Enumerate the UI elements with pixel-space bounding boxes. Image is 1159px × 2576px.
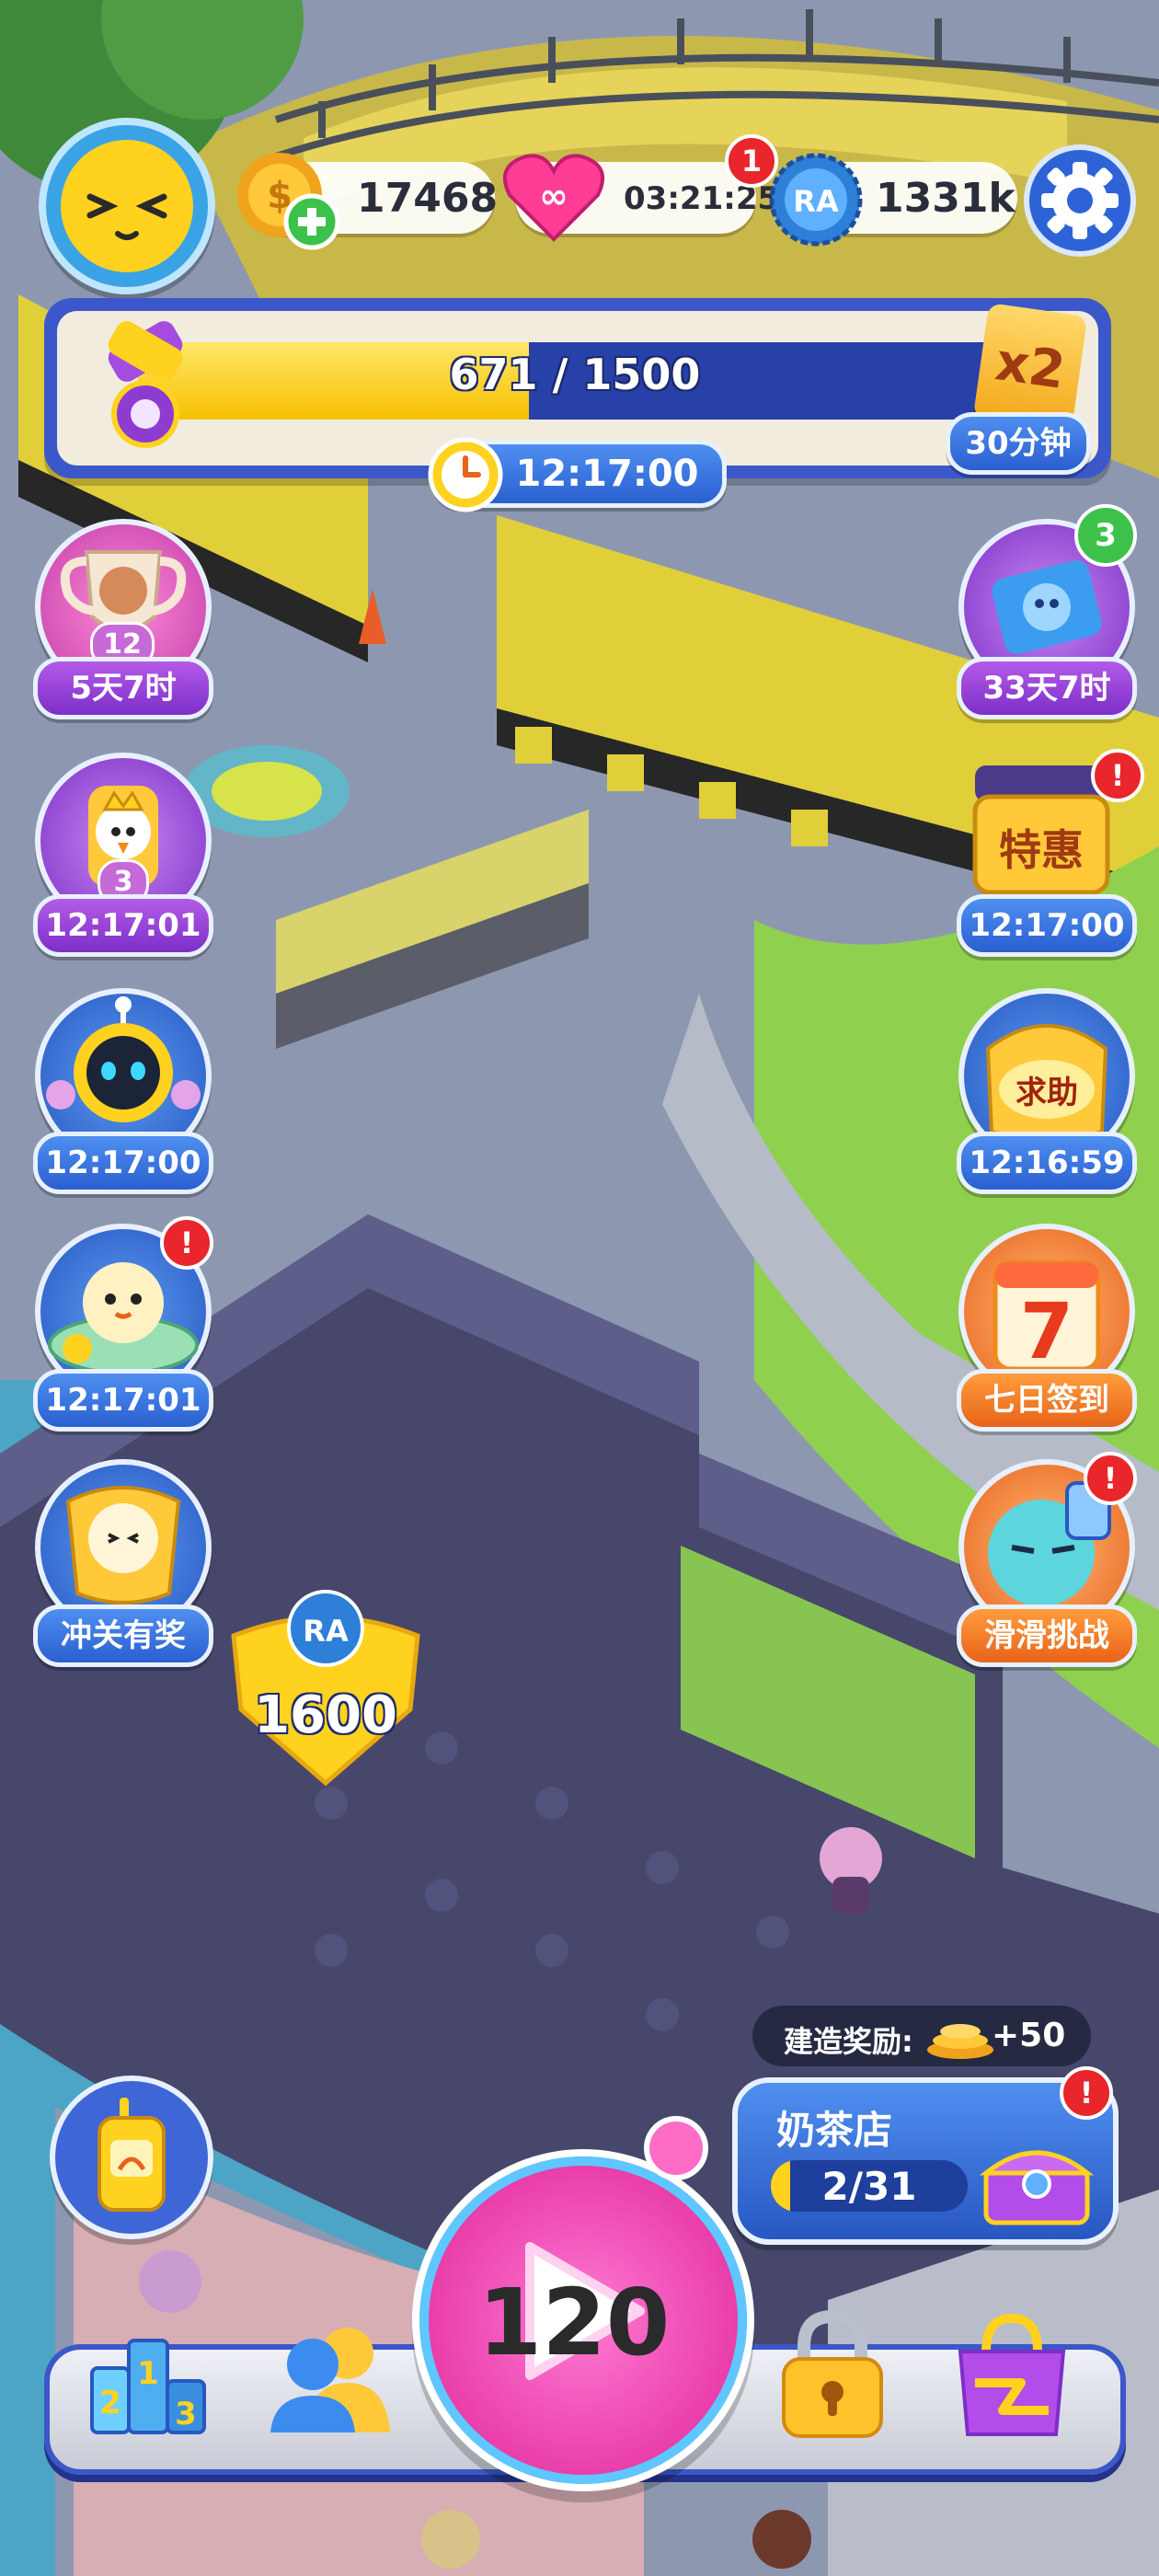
clock-icon: [428, 437, 503, 512]
play-antenna-knob: [644, 2116, 708, 2180]
multiplier-duration: 30分钟: [946, 412, 1091, 475]
help-event-timer: 12:16:59: [957, 1132, 1137, 1194]
treasure-chest-icon: [979, 2150, 1095, 2225]
mascot-event-label: 冲关有奖: [33, 1604, 213, 1667]
purple-drone-icon: [108, 321, 183, 448]
help-text: 求助: [1016, 1075, 1078, 1111]
infinite-heart-icon: ∞: [503, 154, 604, 242]
slide-challenge-alert-badge: !: [1084, 1452, 1137, 1505]
shop-alert-badge: !: [1060, 2066, 1113, 2120]
locked-icon[interactable]: [773, 2307, 892, 2442]
bird-king-event-timer: 12:17:01: [33, 894, 213, 957]
walkie-talkie-icon: [98, 2098, 166, 2212]
ticket-count-badge: 3: [1074, 504, 1137, 567]
build-reward-banner: 建造奖励: +50: [752, 2006, 1091, 2066]
daily-checkin-label: 七日签到: [957, 1369, 1137, 1432]
ranking-first: 1: [137, 2355, 159, 2392]
ranking-third: 3: [175, 2396, 197, 2432]
calendar-day: 7: [1019, 1286, 1074, 1376]
ticket-event-timer: 33天7时: [957, 657, 1137, 719]
add-coins-icon[interactable]: [283, 193, 340, 250]
friends-icon[interactable]: [265, 2318, 394, 2438]
walkie-talkie-button[interactable]: [50, 2076, 213, 2239]
squint-face-icon: [61, 140, 193, 272]
bottle-cap-icon: RA: [769, 153, 863, 247]
svg-text:RA: RA: [793, 184, 839, 219]
settings-gear-icon[interactable]: [1023, 144, 1137, 258]
shop-progress-text: 2/31: [821, 2164, 917, 2209]
level-number: 120: [477, 2269, 671, 2376]
slide-challenge-label: 滑滑挑战: [957, 1604, 1137, 1667]
ranking-button[interactable]: 2 1 3: [88, 2313, 208, 2442]
build-reward-label: 建造奖励:: [784, 2024, 913, 2059]
turtle-chick-alert-badge: !: [160, 1216, 213, 1270]
progress-value: 671 / 1500: [449, 350, 701, 399]
turtle-chick-event-timer: 12:17:01: [33, 1369, 213, 1432]
trophy-event-timer: 5天7时: [33, 657, 213, 719]
ranking-second: 2: [99, 2385, 121, 2421]
special-offer-alert-badge: !: [1091, 749, 1144, 802]
player-avatar-button[interactable]: [39, 118, 215, 294]
coin-count: 17468: [357, 175, 499, 222]
multiplier-value: x2: [992, 332, 1069, 401]
cap-reward-amount: 1600: [254, 1685, 397, 1745]
robot-event-timer: 12:17:00: [33, 1132, 213, 1194]
cap-count: 1331k: [876, 175, 1016, 222]
svg-text:∞: ∞: [539, 176, 568, 216]
svg-text:RA: RA: [303, 1614, 349, 1649]
special-offer-text: 特惠: [999, 825, 1084, 875]
cap-reward-marker[interactable]: RA 1600: [226, 1590, 425, 1792]
build-reward-value: +50: [992, 2017, 1066, 2054]
special-offer-timer: 12:17:00: [957, 894, 1137, 957]
ticket-count: 3: [1095, 517, 1117, 554]
shop-name: 奶茶店: [776, 2108, 893, 2153]
shop-bag-icon[interactable]: [947, 2309, 1076, 2440]
play-level-button[interactable]: 120: [419, 2156, 747, 2484]
gold-coins-icon: [927, 2024, 993, 2059]
